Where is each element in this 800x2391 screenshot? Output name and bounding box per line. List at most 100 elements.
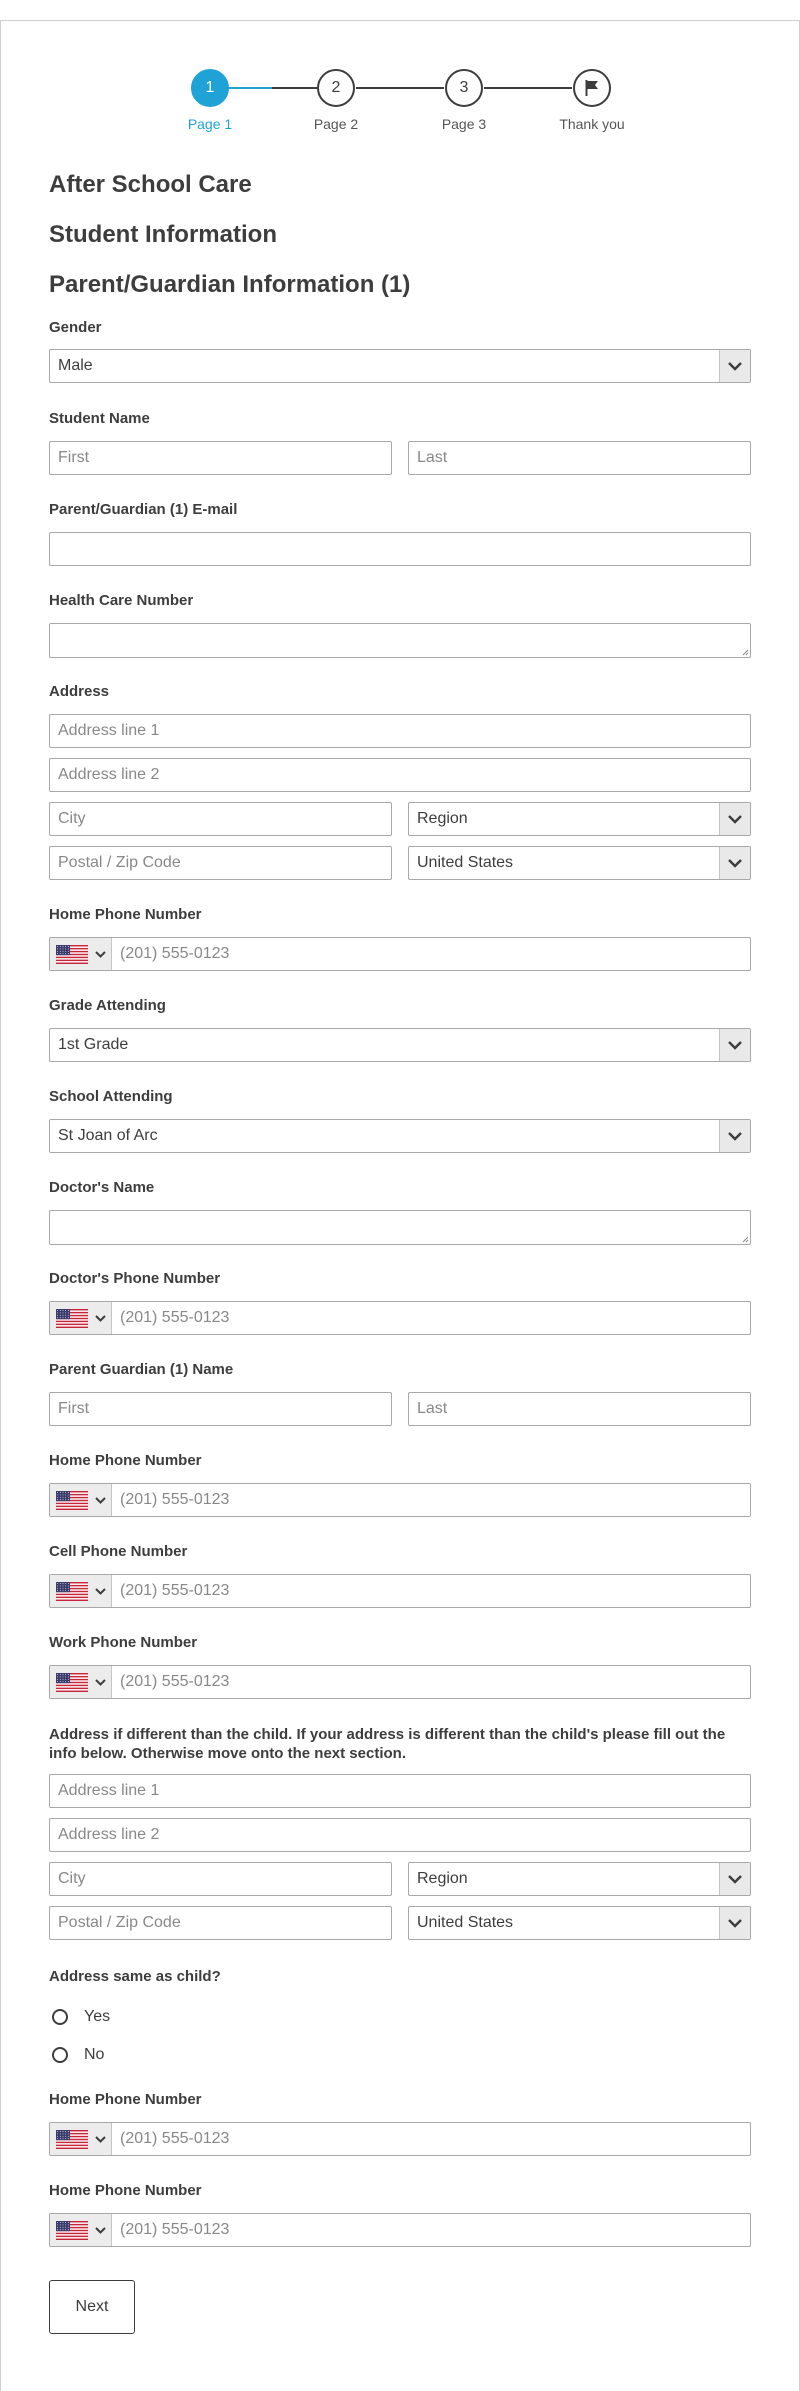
country-code-dropdown[interactable] bbox=[50, 1666, 112, 1698]
country-code-dropdown[interactable] bbox=[50, 938, 112, 970]
alt-country-select[interactable]: United States bbox=[408, 1906, 751, 1940]
school-label: School Attending bbox=[49, 1088, 173, 1105]
region-value: Region bbox=[417, 1870, 468, 1887]
chevron-down-icon bbox=[95, 2135, 106, 2143]
guardian-name-label: Parent Guardian (1) Name bbox=[49, 1361, 234, 1378]
chevron-down-icon[interactable] bbox=[719, 1907, 750, 1939]
doctor-phone-input[interactable]: (201) 555-0123 bbox=[49, 1301, 751, 1335]
home-phone-3-label: Home Phone Number bbox=[49, 2182, 202, 2199]
placeholder: (201) 555-0123 bbox=[120, 1582, 230, 1599]
alt-address-line2-input[interactable]: Address line 2 bbox=[49, 1818, 751, 1852]
chevron-down-icon[interactable] bbox=[719, 803, 750, 835]
country-code-dropdown[interactable] bbox=[50, 1302, 112, 1334]
home-phone-2-input[interactable]: (201) 555-0123 bbox=[49, 2122, 751, 2156]
alt-city-input[interactable]: City bbox=[49, 1862, 392, 1896]
step-thank-you[interactable]: Thank you bbox=[542, 67, 642, 132]
placeholder: First bbox=[58, 1400, 90, 1417]
parent-email-input[interactable] bbox=[49, 532, 751, 566]
guardian-home-phone-label: Home Phone Number bbox=[49, 1452, 202, 1469]
country-code-dropdown[interactable] bbox=[50, 1484, 112, 1516]
step-label: Page 1 bbox=[187, 116, 233, 132]
alt-address-line1-input[interactable]: Address line 1 bbox=[49, 1774, 751, 1808]
step-page-2[interactable]: 2 Page 2 bbox=[286, 67, 386, 132]
chevron-down-icon[interactable] bbox=[719, 1029, 750, 1061]
resize-handle-icon[interactable] bbox=[741, 1235, 749, 1243]
radio-no[interactable]: No bbox=[52, 2046, 104, 2064]
guardian-first-name-input[interactable]: First bbox=[49, 1392, 392, 1426]
gender-label: Gender bbox=[49, 319, 102, 336]
resize-handle-icon[interactable] bbox=[741, 648, 749, 656]
placeholder: (201) 555-0123 bbox=[120, 1491, 230, 1508]
step-page-1[interactable]: 1 Page 1 bbox=[160, 67, 260, 132]
country-code-dropdown[interactable] bbox=[50, 2214, 112, 2246]
chevron-down-icon bbox=[95, 2226, 106, 2234]
placeholder: (201) 555-0123 bbox=[120, 1309, 230, 1326]
flag-icon bbox=[573, 69, 611, 107]
chevron-down-icon[interactable] bbox=[719, 1120, 750, 1152]
doctor-phone-label: Doctor's Phone Number bbox=[49, 1270, 221, 1287]
placeholder: Address line 2 bbox=[58, 1826, 160, 1843]
address-label: Address bbox=[49, 683, 110, 700]
us-flag-icon bbox=[56, 2129, 88, 2149]
step-number: 3 bbox=[445, 69, 483, 107]
chevron-down-icon bbox=[95, 1496, 106, 1504]
country-select[interactable]: United States bbox=[408, 846, 751, 880]
radio-button[interactable] bbox=[52, 2047, 68, 2063]
country-code-dropdown[interactable] bbox=[50, 2123, 112, 2155]
grade-select[interactable]: 1st Grade bbox=[49, 1028, 751, 1062]
placeholder: Last bbox=[417, 449, 448, 466]
alt-postal-code-input[interactable]: Postal / Zip Code bbox=[49, 1906, 392, 1940]
step-number: 1 bbox=[191, 69, 229, 107]
health-care-textarea[interactable] bbox=[49, 623, 751, 658]
home-phone-label: Home Phone Number bbox=[49, 906, 202, 923]
step-number: 2 bbox=[317, 69, 355, 107]
step-page-3[interactable]: 3 Page 3 bbox=[414, 67, 514, 132]
chevron-down-icon bbox=[95, 1314, 106, 1322]
section-title-student: Student Information bbox=[49, 221, 277, 248]
placeholder: Last bbox=[417, 1400, 448, 1417]
doctor-name-textarea[interactable] bbox=[49, 1210, 751, 1245]
country-code-dropdown[interactable] bbox=[50, 1575, 112, 1607]
chevron-down-icon[interactable] bbox=[719, 350, 750, 382]
gender-select[interactable]: Male bbox=[49, 349, 751, 383]
guardian-last-name-input[interactable]: Last bbox=[408, 1392, 751, 1426]
us-flag-icon bbox=[56, 1672, 88, 1692]
address-line2-input[interactable]: Address line 2 bbox=[49, 758, 751, 792]
form-title: After School Care bbox=[49, 171, 252, 198]
radio-label: Yes bbox=[84, 2008, 111, 2025]
work-phone-input[interactable]: (201) 555-0123 bbox=[49, 1665, 751, 1699]
alt-region-select[interactable]: Region bbox=[408, 1862, 751, 1896]
region-select[interactable]: Region bbox=[408, 802, 751, 836]
chevron-down-icon[interactable] bbox=[719, 1863, 750, 1895]
chevron-down-icon bbox=[95, 1678, 106, 1686]
address-line1-input[interactable]: Address line 1 bbox=[49, 714, 751, 748]
chevron-down-icon[interactable] bbox=[719, 847, 750, 879]
chevron-down-icon bbox=[95, 950, 106, 958]
next-button[interactable]: Next bbox=[49, 2280, 135, 2334]
us-flag-icon bbox=[56, 1581, 88, 1601]
parent-email-label: Parent/Guardian (1) E-mail bbox=[49, 501, 238, 518]
school-value: St Joan of Arc bbox=[58, 1127, 158, 1144]
student-name-label: Student Name bbox=[49, 410, 150, 427]
guardian-home-phone-input[interactable]: (201) 555-0123 bbox=[49, 1483, 751, 1517]
gender-value: Male bbox=[58, 357, 93, 374]
placeholder: (201) 555-0123 bbox=[120, 945, 230, 962]
city-input[interactable]: City bbox=[49, 802, 392, 836]
home-phone-2-label: Home Phone Number bbox=[49, 2091, 202, 2108]
student-first-name-input[interactable]: First bbox=[49, 441, 392, 475]
placeholder: Address line 2 bbox=[58, 766, 160, 783]
grade-label: Grade Attending bbox=[49, 997, 166, 1014]
placeholder: First bbox=[58, 449, 90, 466]
placeholder: Postal / Zip Code bbox=[58, 854, 181, 871]
grade-value: 1st Grade bbox=[58, 1036, 129, 1053]
postal-code-input[interactable]: Postal / Zip Code bbox=[49, 846, 392, 880]
health-care-label: Health Care Number bbox=[49, 592, 194, 609]
student-last-name-input[interactable]: Last bbox=[408, 441, 751, 475]
cell-phone-input[interactable]: (201) 555-0123 bbox=[49, 1574, 751, 1608]
radio-button[interactable] bbox=[52, 2009, 68, 2025]
home-phone-input[interactable]: (201) 555-0123 bbox=[49, 937, 751, 971]
school-select[interactable]: St Joan of Arc bbox=[49, 1119, 751, 1153]
placeholder: Postal / Zip Code bbox=[58, 1914, 181, 1931]
home-phone-3-input[interactable]: (201) 555-0123 bbox=[49, 2213, 751, 2247]
radio-yes[interactable]: Yes bbox=[52, 2008, 110, 2026]
